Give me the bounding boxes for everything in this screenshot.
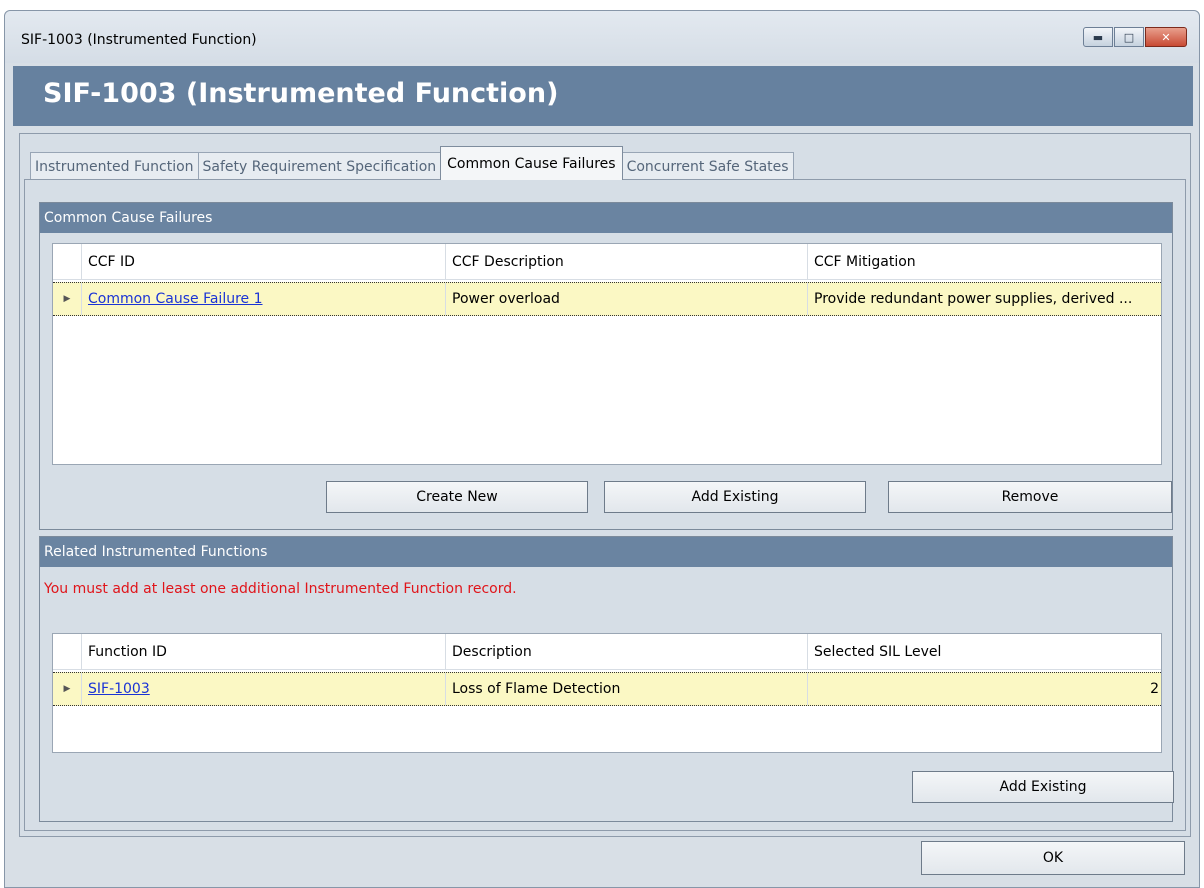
function-id-link[interactable]: SIF-1003 xyxy=(88,681,150,697)
related-functions-grid-header: Function ID Description Selected SIL Lev… xyxy=(53,634,1161,670)
tab-strip: Instrumented Function Safety Requirement… xyxy=(30,146,794,180)
column-header-function-id[interactable]: Function ID xyxy=(81,634,445,670)
function-description-cell: Loss of Flame Detection xyxy=(445,673,807,705)
sil-level-cell: 2 xyxy=(807,673,1163,705)
ccf-grid-header: CCF ID CCF Description CCF Mitigation xyxy=(53,244,1161,280)
table-row[interactable]: ▶ Common Cause Failure 1 Power overload … xyxy=(53,282,1161,316)
column-header-description[interactable]: Description xyxy=(445,634,807,670)
maximize-button[interactable]: □ xyxy=(1114,27,1144,47)
function-id-cell: SIF-1003 xyxy=(81,673,445,705)
row-indicator-icon: ▶ xyxy=(63,294,71,304)
tab-safety-requirement-specification[interactable]: Safety Requirement Specification xyxy=(197,152,442,180)
minimize-button[interactable]: ▬ xyxy=(1083,27,1113,47)
add-existing-ccf-button[interactable]: Add Existing xyxy=(604,481,866,513)
close-button[interactable]: ✕ xyxy=(1145,27,1187,47)
row-indicator-icon: ▶ xyxy=(63,684,71,694)
warning-message: You must add at least one additional Ins… xyxy=(44,581,517,597)
column-header-ccf-description[interactable]: CCF Description xyxy=(445,244,807,280)
related-functions-grid[interactable]: Function ID Description Selected SIL Lev… xyxy=(52,633,1162,753)
ok-button[interactable]: OK xyxy=(921,841,1185,875)
related-functions-header: Related Instrumented Functions xyxy=(40,537,1172,567)
ccf-group-header: Common Cause Failures xyxy=(40,203,1172,233)
window-title: SIF-1003 (Instrumented Function) xyxy=(21,32,257,48)
column-header-ccf-mitigation[interactable]: CCF Mitigation xyxy=(807,244,1163,280)
ccf-description-cell: Power overload xyxy=(445,283,807,315)
dialog-window: SIF-1003 (Instrumented Function) ▬ □ ✕ S… xyxy=(4,10,1200,888)
related-functions-group: Related Instrumented Functions You must … xyxy=(39,536,1174,822)
tab-instrumented-function[interactable]: Instrumented Function xyxy=(30,152,199,180)
remove-button[interactable]: Remove xyxy=(888,481,1172,513)
tab-panel: Common Cause Failures CCF ID CCF Descrip… xyxy=(24,179,1186,831)
tab-concurrent-safe-states[interactable]: Concurrent Safe States xyxy=(621,152,794,180)
content-area: Instrumented Function Safety Requirement… xyxy=(19,133,1191,837)
title-bar[interactable]: SIF-1003 (Instrumented Function) ▬ □ ✕ xyxy=(5,11,1199,63)
column-header-ccf-id[interactable]: CCF ID xyxy=(81,244,445,280)
create-new-button[interactable]: Create New xyxy=(326,481,588,513)
tab-common-cause-failures[interactable]: Common Cause Failures xyxy=(440,146,623,180)
ccf-mitigation-cell: Provide redundant power supplies, derive… xyxy=(807,283,1163,315)
ccf-group: Common Cause Failures CCF ID CCF Descrip… xyxy=(39,202,1173,530)
column-header-sil-level[interactable]: Selected SIL Level xyxy=(807,634,1163,670)
window-controls: ▬ □ ✕ xyxy=(1082,27,1187,47)
ccf-id-cell: Common Cause Failure 1 xyxy=(81,283,445,315)
ccf-grid[interactable]: CCF ID CCF Description CCF Mitigation ▶ … xyxy=(52,243,1162,465)
banner-title: SIF-1003 (Instrumented Function) xyxy=(43,78,559,109)
add-existing-function-button[interactable]: Add Existing xyxy=(912,771,1174,803)
ccf-id-link[interactable]: Common Cause Failure 1 xyxy=(88,291,263,307)
table-row[interactable]: ▶ SIF-1003 Loss of Flame Detection 2 xyxy=(53,672,1161,706)
header-banner: SIF-1003 (Instrumented Function) xyxy=(13,66,1193,126)
